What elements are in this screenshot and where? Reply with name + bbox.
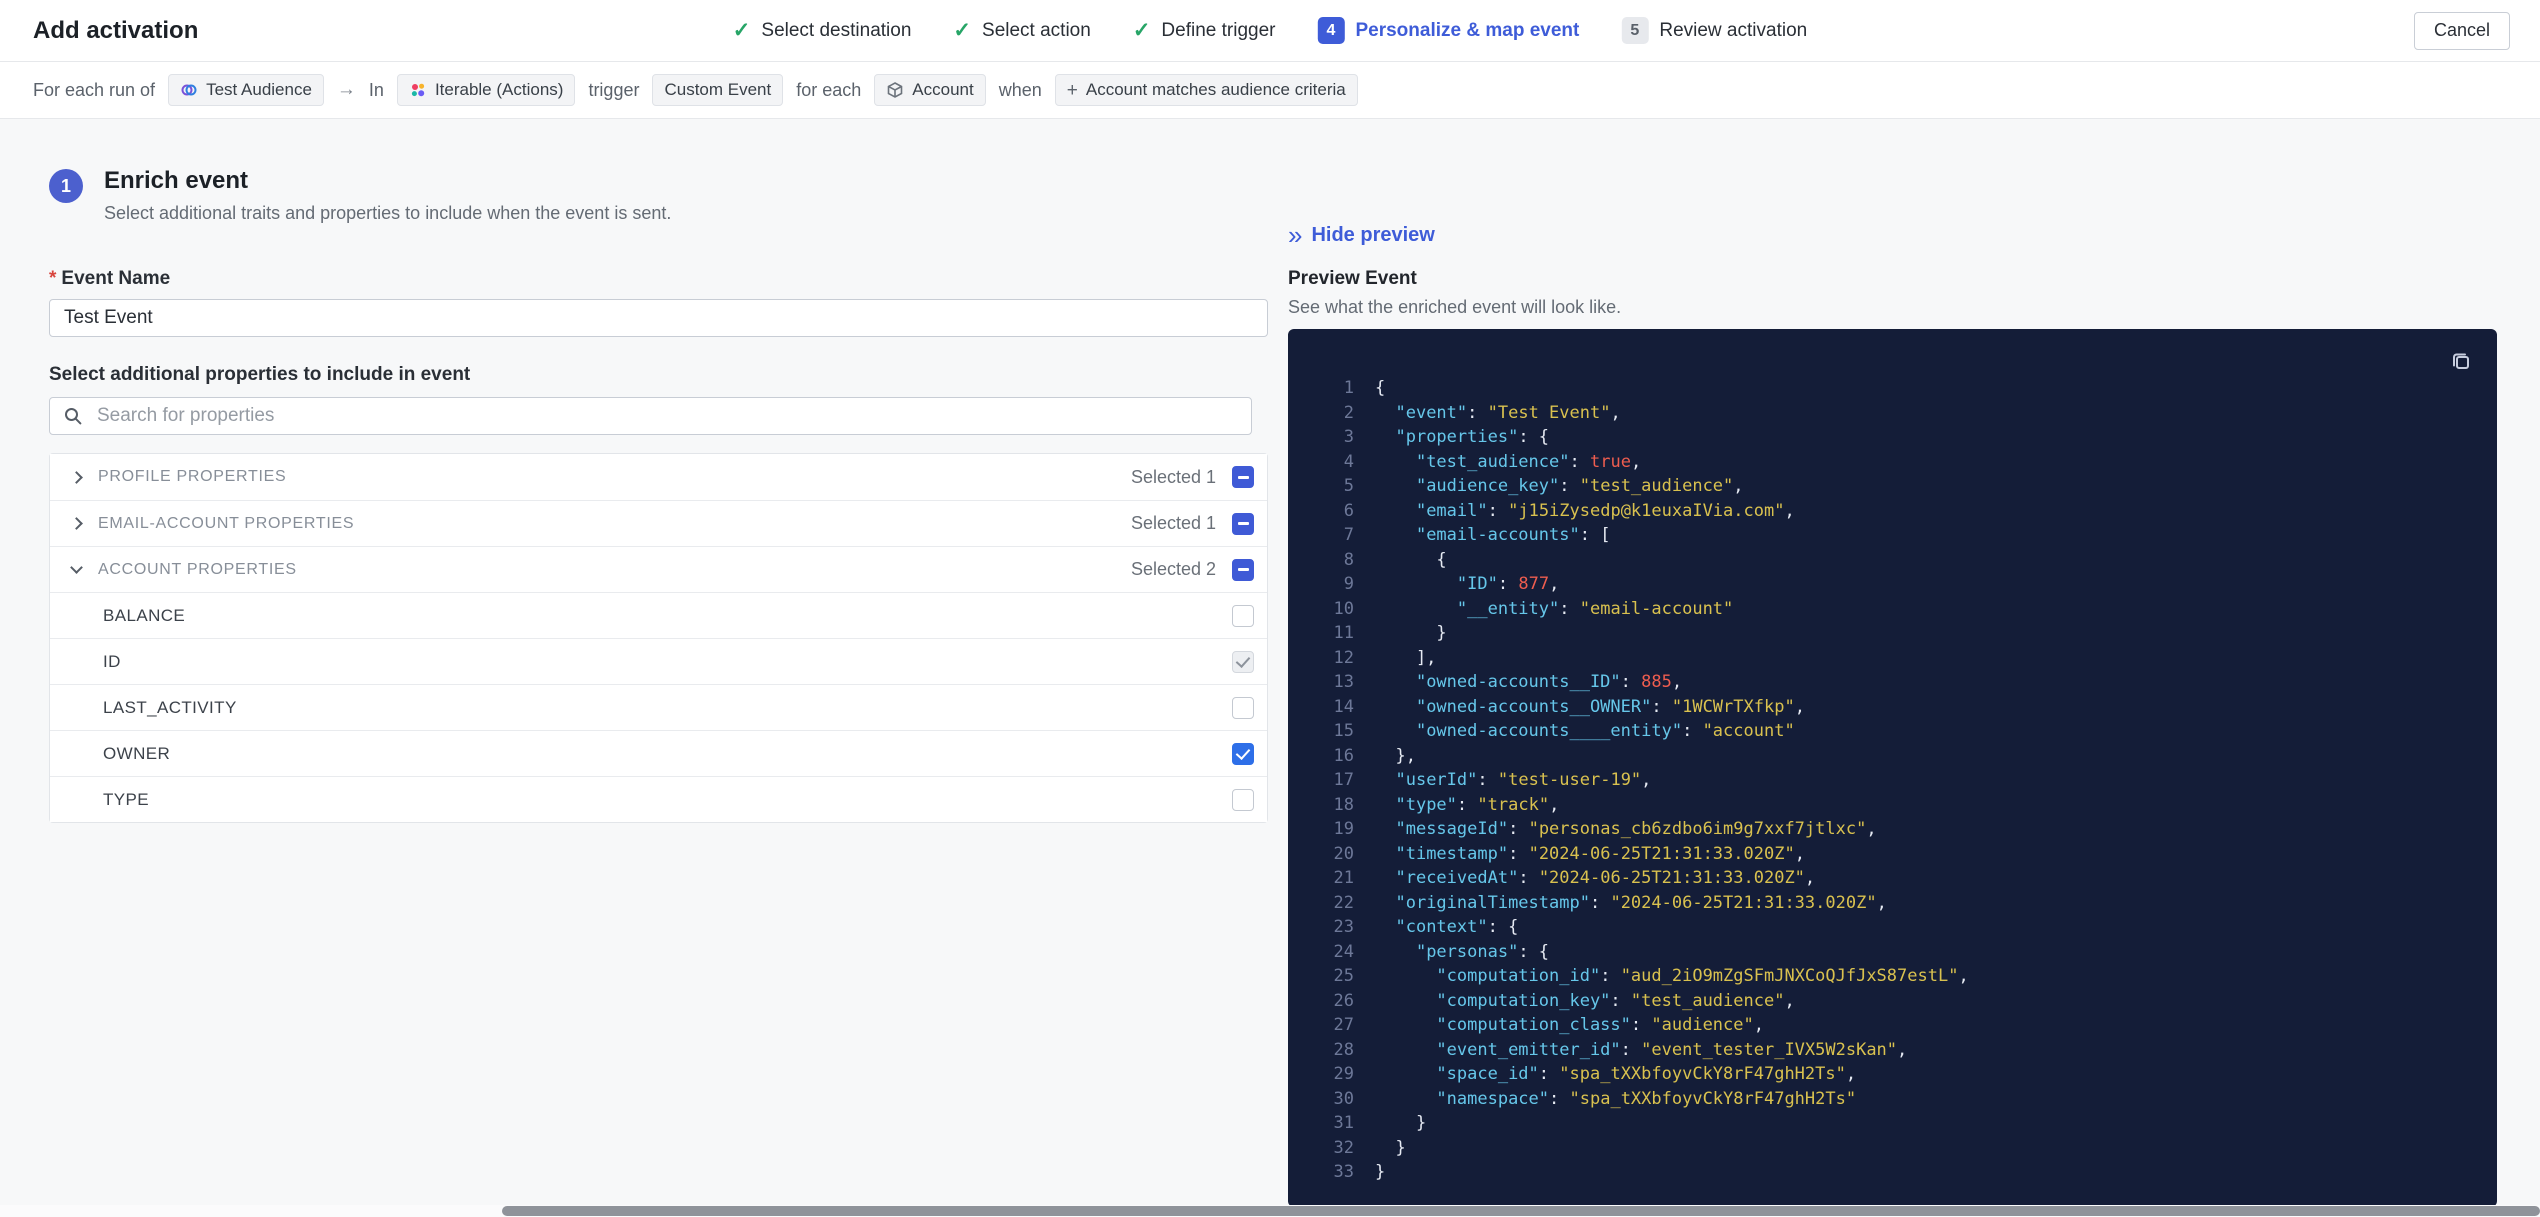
step-label: Define trigger [1161, 19, 1276, 41]
property-label: TYPE [103, 789, 150, 809]
selected-count: Selected 1 [1130, 513, 1216, 533]
property-checkbox[interactable] [1232, 742, 1254, 765]
scrollbar-thumb[interactable] [502, 1206, 2540, 1216]
group-checkbox[interactable] [1232, 558, 1254, 581]
check-icon: ✓ [732, 19, 751, 42]
property-checkbox[interactable] [1232, 604, 1254, 627]
additional-properties-label: Select additional properties to include … [49, 364, 471, 385]
group-row-profile-properties[interactable]: PROFILE PROPERTIES Selected 1 [50, 454, 1267, 500]
preview-title: Preview Event [1288, 268, 1417, 289]
properties-accordion: PROFILE PROPERTIES Selected 1 EMAIL-ACCO… [49, 453, 1268, 823]
in-text: In [368, 79, 384, 100]
enrich-event-section: 1 Enrich event Select additional traits … [49, 167, 1268, 1205]
property-row-id[interactable]: ID [50, 638, 1267, 684]
property-row-owner[interactable]: OWNER [50, 730, 1267, 776]
property-checkbox[interactable] [1232, 788, 1254, 811]
group-label: PROFILE PROPERTIES [98, 468, 287, 485]
required-asterisk: * [49, 268, 57, 289]
event-type-chip[interactable]: Custom Event [652, 74, 784, 106]
section-step-number: 1 [49, 169, 83, 203]
trigger-summary-bar: For each run of Test Audience → In Itera… [0, 62, 2540, 119]
main-content: 1 Enrich event Select additional traits … [0, 119, 2540, 1207]
entity-chip[interactable]: Account [874, 74, 986, 106]
property-checkbox[interactable] [1232, 650, 1254, 673]
collapse-chevrons-icon: » [1288, 220, 1303, 251]
chevron-right-icon [70, 517, 83, 530]
property-row-type[interactable]: TYPE [50, 776, 1267, 822]
chevron-down-icon [70, 561, 83, 574]
copy-icon [2453, 353, 2469, 369]
code-lines: 1{2 "event": "Test Event", 3 "properties"… [1333, 378, 1969, 1182]
step-label: Select destination [761, 19, 912, 41]
group-checkbox[interactable] [1232, 512, 1254, 535]
step-select-destination[interactable]: ✓ Select destination [733, 20, 912, 42]
event-preview-code-panel[interactable]: 1{2 "event": "Test Event", 3 "properties"… [1288, 329, 2497, 1207]
event-type-chip-label: Custom Event [664, 80, 772, 99]
section-description: Select additional traits and properties … [104, 203, 672, 223]
step-label: Personalize & map event [1355, 19, 1580, 41]
step-label: Review activation [1659, 19, 1808, 41]
plus-icon: + [1066, 79, 1078, 101]
section-step-header: 1 Enrich event Select additional traits … [49, 167, 1268, 224]
trigger-text: trigger [588, 79, 640, 100]
section-title: Enrich event [104, 167, 249, 194]
property-checkbox[interactable] [1232, 696, 1254, 719]
cube-icon [887, 82, 903, 98]
chevron-right-icon [70, 470, 83, 484]
criteria-chip-label: Account matches audience criteria [1085, 80, 1346, 99]
search-input[interactable] [49, 397, 1252, 435]
property-row-last-activity[interactable]: LAST_ACTIVITY [50, 684, 1267, 730]
for-each-text: for each [796, 79, 862, 100]
search-icon [63, 406, 83, 431]
trigger-prefix-text: For each run of [33, 79, 156, 100]
step-number-badge: 5 [1621, 17, 1649, 44]
step-label: Select action [982, 19, 1091, 41]
selected-count: Selected 2 [1130, 559, 1216, 579]
group-row-account-properties[interactable]: ACCOUNT PROPERTIES Selected 2 [50, 546, 1267, 592]
top-bar: Add activation ✓ Select destination ✓ Se… [0, 0, 2540, 62]
iterable-logo-icon [411, 83, 425, 97]
destination-chip-label: Iterable (Actions) [434, 80, 564, 99]
property-label: BALANCE [103, 605, 186, 625]
cancel-button[interactable]: Cancel [2413, 11, 2510, 50]
check-icon: ✓ [1132, 19, 1151, 42]
audience-chip[interactable]: Test Audience [168, 74, 324, 106]
destination-chip[interactable]: Iterable (Actions) [396, 74, 576, 106]
group-checkbox[interactable] [1232, 466, 1254, 488]
criteria-chip[interactable]: + Account matches audience criteria [1054, 74, 1358, 106]
stepper: ✓ Select destination ✓ Select action ✓ D… [733, 17, 1807, 44]
arrow-icon: → [336, 79, 356, 100]
group-row-email-account-properties[interactable]: EMAIL-ACCOUNT PROPERTIES Selected 1 [50, 500, 1267, 546]
group-label: EMAIL-ACCOUNT PROPERTIES [98, 514, 355, 532]
audience-chip-label: Test Audience [206, 80, 312, 99]
horizontal-scrollbar [0, 1205, 2540, 1217]
audience-icon [181, 84, 197, 96]
property-label: OWNER [103, 743, 171, 763]
event-name-label: * Event Name [49, 268, 171, 289]
hide-preview-label: Hide preview [1311, 224, 1435, 246]
event-name-input[interactable] [49, 299, 1268, 337]
property-label: LAST_ACTIVITY [103, 697, 237, 717]
copy-button[interactable] [2446, 346, 2476, 379]
page-title: Add activation [33, 16, 199, 44]
preview-section: » Hide preview Preview Event See what th… [1288, 167, 2497, 1207]
hide-preview-link[interactable]: » Hide preview [1288, 220, 1435, 251]
group-label: ACCOUNT PROPERTIES [98, 560, 297, 578]
property-row-balance[interactable]: BALANCE [50, 592, 1267, 638]
selected-count: Selected 1 [1130, 466, 1216, 487]
step-define-trigger[interactable]: ✓ Define trigger [1133, 20, 1276, 42]
check-icon: ✓ [953, 19, 972, 42]
step-select-action[interactable]: ✓ Select action [953, 20, 1090, 42]
entity-chip-label: Account [912, 80, 974, 99]
when-text: when [998, 79, 1042, 100]
property-label: ID [103, 651, 121, 671]
step-review-activation[interactable]: 5 Review activation [1621, 17, 1807, 44]
step-number-badge: 4 [1317, 17, 1345, 44]
preview-description: See what the enriched event will look li… [1288, 297, 1622, 317]
step-personalize-map-event[interactable]: 4 Personalize & map event [1317, 17, 1579, 44]
